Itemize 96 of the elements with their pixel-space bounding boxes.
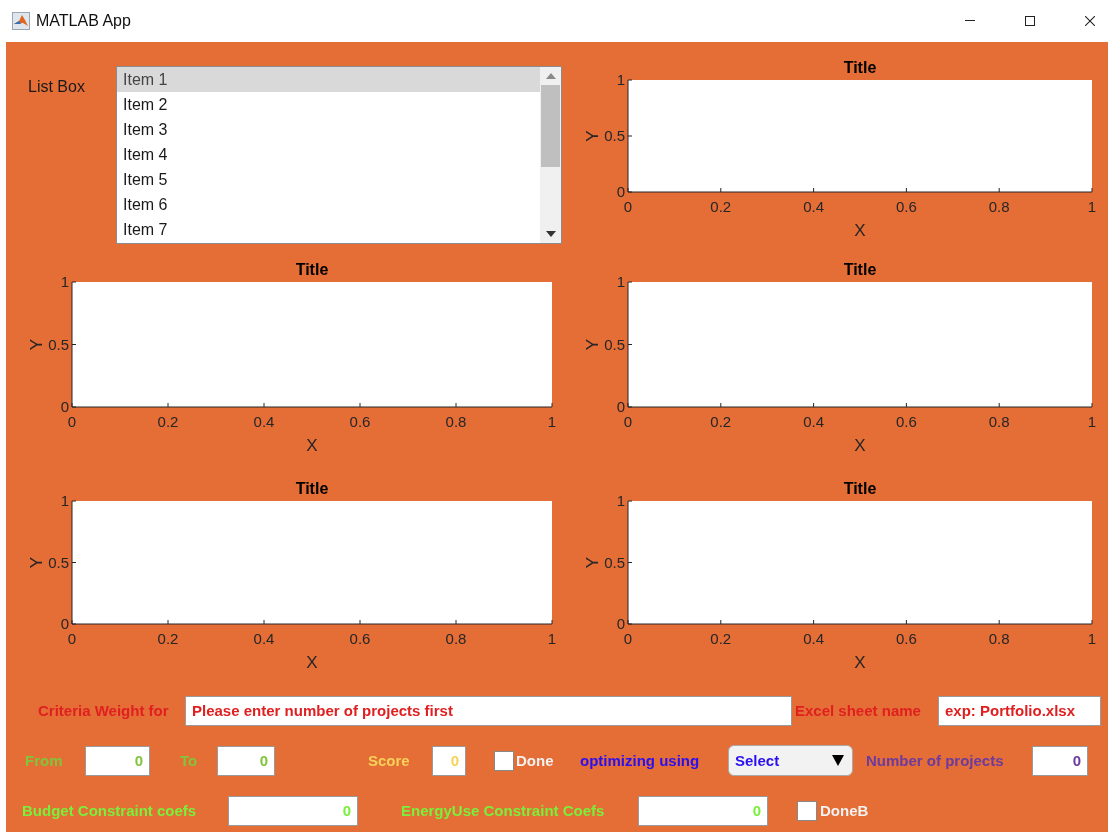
x-tick-label: 0.6 <box>349 413 371 430</box>
x-tick-label: 0.8 <box>988 630 1010 647</box>
x-tick-label: 0.8 <box>445 630 467 647</box>
y-tick-label: 1 <box>60 492 69 509</box>
list-item[interactable]: Item 2 <box>117 92 540 117</box>
y-tick-label: 0 <box>616 398 625 415</box>
y-axis-label: Y <box>27 338 46 351</box>
criteria-weight-label: Criteria Weight for <box>38 702 170 719</box>
energy-use-label: EnergyUse Constraint Coefs <box>401 802 606 819</box>
list-item[interactable]: Item 7 <box>117 217 540 242</box>
y-tick-label: 0 <box>616 615 625 632</box>
x-tick-label: 0 <box>623 630 633 647</box>
list-item[interactable]: Item 1 <box>117 67 540 92</box>
x-tick-label: 0.4 <box>803 630 825 647</box>
number-of-projects-field[interactable]: 0 <box>1032 745 1088 776</box>
app-logo-icon <box>12 12 30 30</box>
x-tick-label: 0.2 <box>710 413 732 430</box>
x-tick-label: 0.8 <box>988 413 1010 430</box>
done-checkbox[interactable] <box>494 750 514 771</box>
y-tick-label: 0.5 <box>604 335 625 353</box>
x-axis-label: X <box>854 221 866 240</box>
x-axis-label: X <box>854 436 866 455</box>
window-title: MATLAB App <box>36 12 131 30</box>
budget-label: Budget Constraint coefs <box>22 802 198 819</box>
y-tick-label: 0 <box>616 183 625 200</box>
x-tick-label: 0 <box>623 413 633 430</box>
y-tick-label: 0.5 <box>604 553 625 571</box>
x-tick-label: 0 <box>67 630 77 647</box>
y-tick-label: 0 <box>60 398 69 415</box>
y-axis-label: Y <box>583 130 602 142</box>
x-tick-label: 0.4 <box>253 630 275 647</box>
scrollbar[interactable] <box>540 67 561 243</box>
x-tick-label: 0.4 <box>803 198 825 215</box>
excel-sheet-field[interactable]: exp: Portfolio.xlsx <box>938 695 1101 726</box>
x-tick-label: 0.2 <box>157 630 179 647</box>
optimizing-dropdown[interactable]: Select <box>728 745 853 776</box>
x-axis-label: X <box>854 653 866 672</box>
from-label: From <box>25 752 64 769</box>
scroll-thumb[interactable] <box>541 85 560 167</box>
y-tick-label: 0.5 <box>48 335 69 353</box>
x-tick-label: 0.6 <box>895 198 917 215</box>
excel-sheet-label: Excel sheet name <box>795 702 922 719</box>
scroll-up-icon[interactable] <box>545 73 556 79</box>
x-tick-label: 0 <box>67 413 77 430</box>
number-of-projects-label: Number of projects <box>866 752 1005 769</box>
x-tick-label: 0.6 <box>349 630 371 647</box>
y-tick-label: 0 <box>60 615 69 632</box>
to-label: To <box>180 752 199 769</box>
chart-title: Title <box>843 261 877 278</box>
x-tick-label: 0.4 <box>253 413 275 430</box>
x-axis-label: X <box>306 653 318 672</box>
list-item[interactable]: Item 6 <box>117 192 540 217</box>
chart-title: Title <box>295 480 329 497</box>
x-tick-label: 0.2 <box>157 413 179 430</box>
list-item[interactable]: Item 5 <box>117 167 540 192</box>
y-axis-label: Y <box>583 338 602 351</box>
criteria-weight-field[interactable]: Please enter number of projects first <box>185 695 792 726</box>
x-tick-label: 1 <box>547 630 557 647</box>
x-tick-label: 0 <box>623 198 633 215</box>
close-icon[interactable] <box>1085 16 1095 26</box>
done-b-checkbox[interactable] <box>797 800 817 821</box>
x-tick-label: 1 <box>1087 413 1097 430</box>
x-tick-label: 1 <box>1087 198 1097 215</box>
scroll-down-icon[interactable] <box>545 231 556 237</box>
done-label: Done <box>516 752 555 769</box>
list-item[interactable]: Item 4 <box>117 142 540 167</box>
y-axis-label: Y <box>583 556 602 569</box>
chart-title: Title <box>843 480 877 497</box>
y-tick-label: 0.5 <box>48 553 69 571</box>
x-tick-label: 0.8 <box>988 198 1010 215</box>
y-tick-label: 1 <box>616 273 625 290</box>
list-item[interactable]: Item 3 <box>117 117 540 142</box>
score-label: Score <box>368 752 411 769</box>
chart-title: Title <box>843 59 877 76</box>
x-tick-label: 0.8 <box>445 413 467 430</box>
caret-icon <box>832 755 844 766</box>
y-tick-label: 1 <box>616 71 625 88</box>
x-tick-label: 1 <box>547 413 557 430</box>
minimize-icon[interactable] <box>965 20 975 22</box>
y-axis-label: Y <box>27 556 46 569</box>
x-tick-label: 0.2 <box>710 198 732 215</box>
x-tick-label: 0.6 <box>895 630 917 647</box>
list-box-label: List Box <box>27 78 86 96</box>
done-b-label: DoneB <box>820 802 869 819</box>
y-tick-label: 1 <box>60 273 69 290</box>
maximize-icon[interactable] <box>1025 16 1035 26</box>
x-tick-label: 0.4 <box>803 413 825 430</box>
chart-title: Title <box>295 261 329 278</box>
x-tick-label: 1 <box>1087 630 1097 647</box>
x-tick-label: 0.6 <box>895 413 917 430</box>
y-tick-label: 1 <box>616 492 625 509</box>
optimizing-label: optimizing using <box>580 752 701 769</box>
x-tick-label: 0.2 <box>710 630 732 647</box>
y-tick-label: 0.5 <box>604 127 625 144</box>
x-axis-label: X <box>306 436 318 455</box>
list-box[interactable]: Item 1 Item 2 Item 3 Item 4 Item 5 Item 6 Item 7 <box>116 66 562 244</box>
